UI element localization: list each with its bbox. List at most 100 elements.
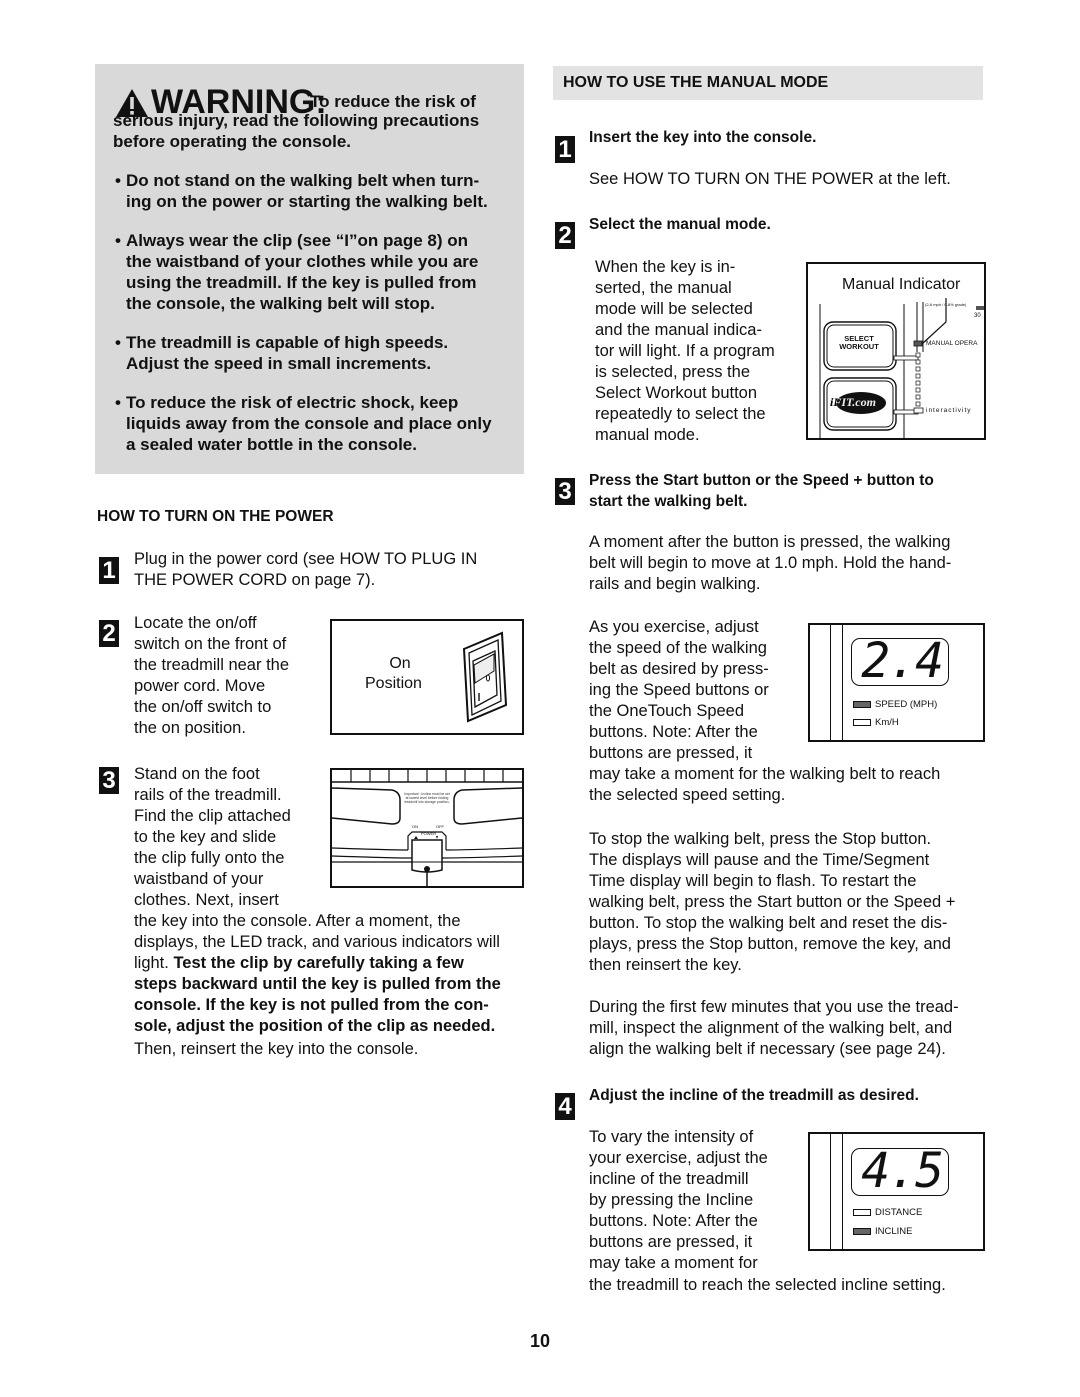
- power-step3-bold-text: steps backward until the key is pulled f…: [134, 975, 501, 993]
- manual-step4-text: buttons are pressed, it: [589, 1233, 753, 1251]
- indicator-label: DISTANCE: [875, 1207, 923, 1218]
- speed-mph-indicator: SPEED (MPH): [853, 699, 937, 710]
- bullet-text: To reduce the risk of electric shock, ke…: [126, 393, 459, 412]
- power-step3-text: the key into the console. After a moment…: [134, 912, 461, 930]
- rocker-switch-icon: [462, 631, 508, 723]
- step-number: 1: [99, 557, 119, 584]
- figure-label: On: [389, 655, 411, 672]
- step-number: 4: [555, 1093, 575, 1120]
- warning-intro-line: serious injury, read the following preca…: [113, 111, 480, 130]
- manual-step3-text: As you exercise, adjust: [589, 618, 759, 636]
- power-step3-text: the clip fully onto the: [134, 849, 285, 867]
- power-step2-text: power cord. Move: [134, 677, 266, 695]
- manual-step3-text: The displays will pause and the Time/Seg…: [589, 851, 930, 869]
- manual-section-header: HOW TO USE THE MANUAL MODE: [553, 66, 983, 100]
- manual-step2-text: and the manual indica-: [595, 321, 762, 339]
- power-step1-text: THE POWER CORD on page 7).: [134, 571, 376, 589]
- power-step2-text: the on position.: [134, 719, 246, 737]
- manual-step3-text: walking belt, press the Start button or …: [589, 893, 956, 911]
- manual-step1-title: Insert the key into the console.: [589, 129, 817, 146]
- incline-display-figure: 4.5 DISTANCE INCLINE: [808, 1132, 985, 1251]
- manual-step4-text: buttons. Note: After the: [589, 1212, 758, 1230]
- manual-step2-text: mode will be selected: [595, 300, 753, 318]
- divider: [830, 625, 831, 742]
- manual-step3-text: ing the Speed buttons or: [589, 681, 769, 699]
- speed-lcd: 2.4: [851, 633, 949, 689]
- manual-step2-title: Select the manual mode.: [589, 216, 771, 233]
- step-number: 2: [99, 620, 119, 647]
- page-number: 10: [530, 1331, 551, 1351]
- manual-step3-title: start the walking belt.: [589, 493, 748, 510]
- bold-text: Test the clip by carefully taking a few: [173, 954, 464, 972]
- bullet-text: using the treadmill. If the key is pulle…: [126, 273, 477, 292]
- bullet-dot: •: [115, 333, 121, 352]
- power-step3-text: Find the clip attached: [134, 807, 291, 825]
- bullet-text: Always wear the clip (see “I”on page 8) …: [126, 231, 468, 250]
- manual-step3-text: the speed of the walking: [589, 639, 767, 657]
- power-step3-text: to the key and slide: [134, 828, 277, 846]
- bullet-text: ing on the power or starting the walking…: [126, 192, 488, 211]
- manual-step3-text: belt will begin to move at 1.0 mph. Hold…: [589, 554, 952, 572]
- power-step3-bold-text: console. If the key is not pulled from t…: [134, 996, 489, 1014]
- manual-step3-text: buttons are pressed, it: [589, 744, 753, 762]
- manual-step3-title: Press the Start button or the Speed + bu…: [589, 472, 934, 489]
- bullet-text: liquids away from the console and place …: [126, 414, 492, 433]
- manual-step4-text: may take a moment for: [589, 1254, 758, 1272]
- manual-step3-text: may take a moment for the walking belt t…: [589, 765, 941, 783]
- bullet-text: the waistband of your clothes while you …: [126, 252, 479, 271]
- distance-indicator: DISTANCE: [853, 1207, 922, 1218]
- manual-step3-text: then reinsert the key.: [589, 956, 742, 974]
- manual-step2-text: manual mode.: [595, 426, 700, 444]
- bullet-text: a sealed water bottle in the console.: [126, 435, 417, 454]
- bullet-dot: •: [115, 393, 121, 412]
- divider: [842, 625, 843, 742]
- select-workout-button-label: WORKOUT: [839, 342, 879, 351]
- indicator-led-icon: [853, 700, 871, 708]
- manual-step3-text: rails and begin walking.: [589, 575, 761, 593]
- normal-text: light.: [134, 954, 174, 972]
- manual-section-heading: HOW TO USE THE MANUAL MODE: [563, 74, 829, 91]
- power-step2-text: Locate the on/off: [134, 614, 257, 632]
- power-step3-text: rails of the treadmill.: [134, 786, 282, 804]
- incline-value: 4.5: [861, 1143, 944, 1199]
- off-label: OFF: [436, 824, 444, 829]
- bullet-text: the console, the walking belt will stop.: [126, 294, 435, 313]
- speed-value: 2.4: [861, 633, 944, 689]
- warning-intro-line: before operating the console.: [113, 132, 352, 151]
- manual-step2-text: repeatedly to select the: [595, 405, 766, 423]
- power-section-heading: HOW TO TURN ON THE POWER: [97, 508, 334, 525]
- manual-step3-text: belt as desired by press-: [589, 660, 769, 678]
- manual-step2-text: is selected, press the: [595, 363, 750, 381]
- indicator-led-icon: [853, 1227, 871, 1235]
- indicator-label: SPEED (MPH): [875, 699, 938, 710]
- console-notice-text: Important : Incline must be set at lowes…: [404, 792, 450, 805]
- incline-lcd: 4.5: [851, 1143, 949, 1199]
- on-label: ON: [412, 824, 418, 829]
- speed-display-figure: 2.4 SPEED (MPH) Km/H: [808, 623, 985, 742]
- power-step1-text: Plug in the power cord (see HOW TO PLUG …: [134, 550, 478, 568]
- manual-operation-label: MANUAL OPERA: [926, 340, 978, 347]
- manual-step3-text: To stop the walking belt, press the Stop…: [589, 830, 932, 848]
- manual-step3-text: button. To stop the walking belt and res…: [589, 914, 948, 932]
- manual-step3-text: Time display will begin to flash. To res…: [589, 872, 917, 890]
- manual-step4-title: Adjust the incline of the treadmill as d…: [589, 1087, 919, 1104]
- indicator-led-icon: [853, 1208, 871, 1216]
- on-switch-figure: On Position: [330, 619, 524, 735]
- manual-step3-text: the selected speed setting.: [589, 786, 786, 804]
- warning-box: WARNING: To reduce the risk of serious i…: [95, 64, 524, 474]
- bullet-dot: •: [115, 231, 121, 250]
- power-step3-bold-text: sole, adjust the position of the clip as…: [134, 1017, 496, 1035]
- divider: [842, 1134, 843, 1251]
- manual-step2-text: serted, the manual: [595, 279, 732, 297]
- bullet-text: Do not stand on the walking belt when tu…: [126, 171, 480, 190]
- indicator-label: INCLINE: [875, 1226, 913, 1237]
- step-number: 3: [555, 478, 575, 505]
- indicator-label: Km/H: [875, 717, 899, 728]
- warning-intro-line: To reduce the risk of: [310, 92, 476, 111]
- figure-label: Position: [365, 675, 422, 692]
- manual-step2-text: When the key is in-: [595, 258, 736, 276]
- power-step3-text: Stand on the foot: [134, 765, 260, 783]
- incline-indicator: INCLINE: [853, 1226, 912, 1237]
- power-step3-text: Then, reinsert the key into the console.: [134, 1040, 419, 1058]
- step-number: 3: [99, 767, 119, 794]
